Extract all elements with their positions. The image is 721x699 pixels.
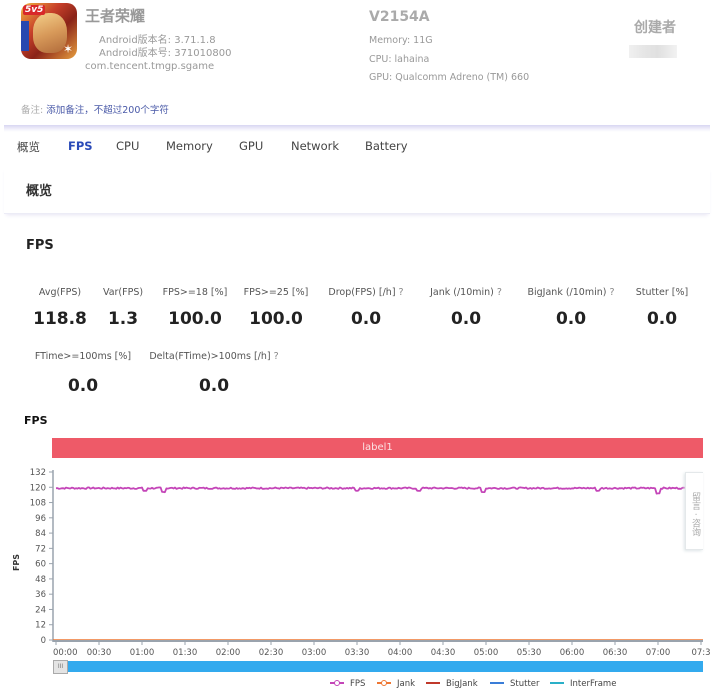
- legend-label: InterFrame: [570, 679, 617, 689]
- creator-title: 创建者: [634, 20, 676, 36]
- tab-gpu[interactable]: GPU: [239, 139, 263, 153]
- metric-label-text: FTime>=100ms [%]: [34, 351, 132, 362]
- device-gpu: GPU: Qualcomm Adreno (TM) 660: [369, 72, 530, 83]
- metric-tabs: 概览 FPS CPU Memory GPU Network Battery: [0, 136, 721, 158]
- x-tick-label: 05:30: [517, 648, 542, 658]
- header-divider: [4, 125, 710, 132]
- game-app-icon: 5v5 ✶: [21, 3, 77, 59]
- x-tick-label: 05:00: [474, 648, 499, 658]
- tab-overview[interactable]: 概览: [17, 139, 40, 155]
- feedback-button[interactable]: 留言 · 咨询: [685, 472, 703, 550]
- 5v5-badge-icon: 5v5: [23, 5, 46, 15]
- legend-label: FPS: [350, 679, 366, 689]
- legend-label: Jank: [397, 679, 416, 689]
- help-icon[interactable]: ?: [274, 351, 279, 362]
- device-cpu: CPU: lahaina: [369, 54, 430, 65]
- y-tick-label: 120: [30, 483, 46, 493]
- creator-name-redacted: [629, 45, 677, 58]
- app-package-name: com.tencent.tmgp.sgame: [85, 61, 215, 72]
- app-version-code: Android版本号: 371010800: [99, 48, 232, 59]
- legend-item-jank[interactable]: Jank: [377, 679, 415, 689]
- metric-label-text: Jank (/10min): [430, 287, 494, 298]
- y-tick-label: 48: [35, 575, 46, 585]
- app-name: 王者荣耀: [85, 7, 146, 25]
- y-tick-label: 60: [35, 560, 46, 570]
- fps-line-chart[interactable]: 0 12 24 36 48 60 72 84 96 108 120 132 00:00 00:30 01:0…: [0, 460, 721, 660]
- legend-marker-icon: [334, 679, 340, 686]
- x-tick-label: 03:30: [345, 648, 370, 658]
- legend-item-stutter[interactable]: Stutter: [490, 679, 540, 689]
- legend-item-fps[interactable]: FPS: [330, 679, 365, 689]
- overview-section-bar: 概览: [4, 166, 710, 214]
- x-tick-label: 00:30: [87, 648, 112, 658]
- legend-label: Stutter: [510, 679, 540, 689]
- metric-label-text: Delta(FTime)>100ms [/h]: [149, 351, 271, 362]
- y-tick-label: 132: [30, 468, 46, 478]
- label-band[interactable]: label1: [52, 438, 703, 458]
- x-tick-label: 00:00: [53, 648, 78, 658]
- sparkle-icon: ✶: [62, 42, 73, 56]
- metric-label: Delta(FTime)>100ms [/h]?: [134, 351, 294, 362]
- x-tick-label: 02:00: [216, 648, 241, 658]
- tab-memory[interactable]: Memory: [166, 139, 213, 153]
- metric-value: 0.0: [646, 309, 678, 329]
- legend-item-interframe[interactable]: InterFrame: [550, 679, 616, 689]
- x-tick-label: 07:3: [691, 648, 710, 658]
- tab-network[interactable]: Network: [291, 139, 339, 153]
- fps-section-title: FPS: [26, 238, 54, 253]
- y-tick-label: 84: [35, 529, 46, 539]
- note-row: 备注: 添加备注，不超过200个字符: [21, 102, 169, 116]
- x-tick-label: 01:00: [130, 648, 155, 658]
- device-name: V2154A: [369, 9, 430, 25]
- y-tick-label: 24: [35, 605, 46, 615]
- y-tick-label: 72: [35, 544, 46, 554]
- metric-card: Delta(FTime)>100ms [/h]? 0.0: [134, 351, 294, 396]
- y-axis-title: FPS: [12, 553, 22, 572]
- legend-marker-icon: [381, 679, 387, 686]
- legend-swatch-icon: [377, 679, 391, 686]
- chart-title: FPS: [24, 414, 48, 427]
- legend-item-bigjank[interactable]: BigJank: [426, 679, 478, 689]
- y-tick-label: 36: [35, 590, 46, 600]
- y-tick-label: 0: [41, 636, 46, 646]
- legend-swatch-icon: [426, 681, 440, 684]
- note-label: 备注:: [21, 105, 44, 116]
- metric-card: Stutter [%] 0.0: [582, 287, 721, 329]
- app-header: 5v5 ✶ 王者荣耀 Android版本名: 3.71.1.8 Android版…: [0, 0, 721, 126]
- x-tick-label: 03:00: [302, 648, 327, 658]
- metric-label: Stutter [%]: [582, 287, 721, 298]
- time-range-slider[interactable]: [54, 661, 703, 672]
- x-tick-label: 01:30: [173, 648, 198, 658]
- tab-fps[interactable]: FPS: [68, 139, 93, 153]
- metric-label-text: Stutter [%]: [635, 287, 689, 298]
- section-title: 概览: [26, 184, 53, 199]
- legend-swatch-icon: [550, 681, 564, 684]
- legend-swatch-icon: [490, 681, 504, 684]
- x-tick-label: 04:00: [388, 648, 413, 658]
- x-tick-label: 04:30: [431, 648, 456, 658]
- x-tick-label: 07:00: [646, 648, 671, 658]
- add-note-link[interactable]: 添加备注，不超过200个字符: [46, 105, 169, 116]
- series-fps-line: [55, 486, 702, 495]
- legend-label: BigJank: [446, 679, 478, 689]
- y-tick-label: 12: [35, 621, 46, 631]
- tab-cpu[interactable]: CPU: [116, 139, 139, 153]
- device-memory: Memory: 11G: [369, 35, 433, 46]
- x-tick-label: 06:00: [560, 648, 585, 658]
- y-tick-label: 96: [35, 514, 46, 524]
- tab-battery[interactable]: Battery: [365, 139, 408, 153]
- x-tick-label: 06:30: [603, 648, 628, 658]
- y-tick-label: 108: [30, 499, 46, 509]
- slider-handle[interactable]: III: [53, 660, 68, 674]
- x-tick-label: 02:30: [259, 648, 284, 658]
- metric-value: 0.0: [198, 376, 230, 396]
- legend-swatch-icon: [330, 679, 344, 686]
- chart-legend: FPS Jank BigJank Stutter InterFrame: [0, 679, 721, 693]
